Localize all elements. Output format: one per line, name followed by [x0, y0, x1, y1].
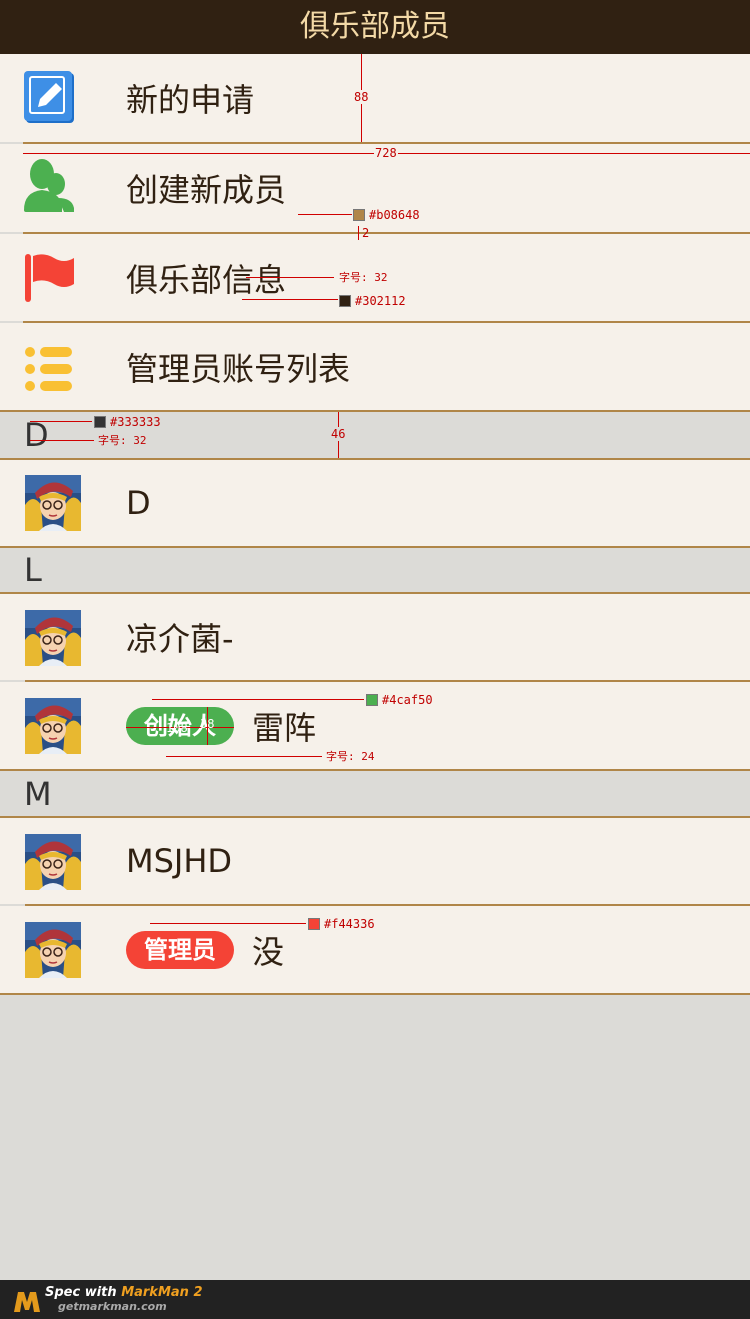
member-name: 雷阵: [252, 708, 317, 747]
menu-item-label: 新的申请: [126, 81, 255, 119]
avatar: [25, 610, 81, 666]
user-icon: [22, 158, 76, 212]
list-icon: [24, 346, 78, 400]
text-color-annotation: #302112: [355, 294, 406, 308]
member-name: 凉介菌-: [126, 620, 234, 658]
divider: [0, 993, 750, 995]
row-height-annotation: 88: [354, 90, 369, 104]
menu-item-admin-list[interactable]: 管理员账号列表: [0, 323, 750, 410]
divider-height-annotation: 2: [362, 226, 370, 240]
avatar: [25, 698, 81, 754]
member-row[interactable]: MSJHD: [0, 818, 750, 904]
section-header-m: M: [0, 771, 750, 816]
measure-line: [358, 226, 359, 240]
color-swatch: [339, 295, 351, 307]
section-color-annotation: #333333: [110, 415, 161, 429]
member-name: D: [126, 484, 151, 522]
divider-color-annotation: #b08648: [369, 208, 420, 222]
leader-line: [298, 214, 352, 215]
member-row[interactable]: 管理员 没: [0, 906, 750, 993]
member-name: MSJHD: [126, 842, 233, 880]
color-swatch: [366, 694, 378, 706]
edit-icon: [22, 71, 76, 125]
leader-line: [246, 277, 334, 278]
member-row[interactable]: 凉介菌-: [0, 594, 750, 680]
menu-item-new-applications[interactable]: 新的申请: [0, 54, 750, 142]
founder-color-annotation: #4caf50: [382, 693, 433, 707]
footer-line-2: getmarkman.com: [58, 1300, 167, 1313]
leader-line: [150, 923, 306, 924]
leader-line: [242, 299, 338, 300]
avatar: [25, 922, 81, 978]
leader-line: [30, 440, 94, 441]
page-header: 俱乐部成员: [0, 0, 750, 54]
badge-width-annotation: 108: [166, 721, 188, 735]
section-letter: M: [24, 774, 52, 813]
section-height-annotation: 46: [331, 427, 346, 441]
color-swatch: [308, 918, 320, 930]
leader-line: [152, 699, 364, 700]
menu-item-label: 创建新成员: [126, 171, 287, 209]
admin-color-annotation: #f44336: [324, 917, 375, 931]
section-font-size-annotation: 字号: 32: [98, 434, 147, 447]
flag-icon: [22, 254, 76, 308]
markman-footer: Spec with MarkMan 2 getmarkman.com: [0, 1280, 750, 1319]
color-swatch: [94, 416, 106, 428]
member-name: 没: [252, 932, 285, 971]
menu-font-size-annotation: 字号: 32: [339, 271, 388, 284]
section-header-l: L: [0, 548, 750, 592]
avatar: [25, 834, 81, 890]
markman-logo-icon: [12, 1288, 42, 1318]
admin-badge: 管理员: [126, 931, 234, 969]
row-width-annotation: 728: [374, 146, 398, 160]
color-swatch: [353, 209, 365, 221]
badge-font-size-annotation: 字号: 24: [326, 750, 375, 763]
badge-height-annotation: 38: [200, 717, 215, 731]
leader-line: [166, 756, 322, 757]
section-letter: L: [24, 551, 42, 589]
avatar: [25, 475, 81, 531]
footer-line-1: Spec with MarkMan 2: [45, 1285, 203, 1300]
menu-item-label: 管理员账号列表: [126, 349, 351, 388]
member-row[interactable]: D: [0, 460, 750, 546]
leader-line: [30, 421, 92, 422]
page-title: 俱乐部成员: [300, 9, 450, 44]
